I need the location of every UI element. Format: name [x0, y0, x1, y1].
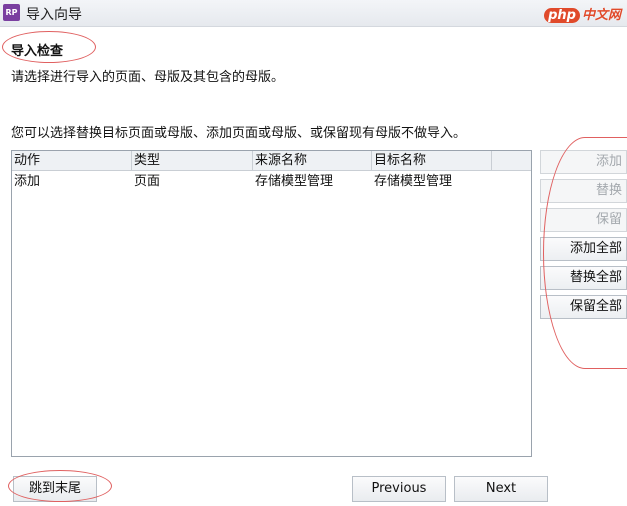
keep-all-button[interactable]: 保留全部 — [540, 295, 627, 319]
import-table[interactable]: 动作 类型 来源名称 目标名称 添加 页面 存储模型管理 存储模型管理 — [11, 150, 532, 457]
app-icon: RP — [3, 4, 20, 21]
description-text: 请选择进行导入的页面、母版及其包含的母版。 — [11, 70, 285, 85]
cell-source-name: 存储模型管理 — [255, 174, 334, 189]
keep-button[interactable]: 保留 — [540, 208, 627, 232]
add-button[interactable]: 添加 — [540, 150, 627, 174]
watermark-logo: php 中文网 — [544, 4, 621, 23]
title-bar: RP 导入向导 php 中文网 — [0, 0, 627, 27]
next-button[interactable]: Next — [454, 476, 548, 502]
column-header-type[interactable]: 类型 — [132, 151, 253, 171]
watermark-text: 中文网 — [581, 8, 621, 23]
column-header-target-name[interactable]: 目标名称 — [372, 151, 492, 171]
section-title: 导入检查 — [11, 44, 64, 59]
table-row[interactable]: 添加 页面 存储模型管理 存储模型管理 — [12, 171, 531, 193]
table-header: 动作 类型 来源名称 目标名称 — [12, 151, 531, 171]
window-title: 导入向导 — [26, 7, 82, 23]
add-all-button[interactable]: 添加全部 — [540, 237, 627, 261]
replace-button[interactable]: 替换 — [540, 179, 627, 203]
previous-button[interactable]: Previous — [352, 476, 446, 502]
column-header-action[interactable]: 动作 — [12, 151, 132, 171]
cell-type: 页面 — [134, 174, 161, 189]
replace-all-button[interactable]: 替换全部 — [540, 266, 627, 290]
skip-to-end-button[interactable]: 跳到末尾 — [13, 476, 97, 502]
column-header-source-name[interactable]: 来源名称 — [253, 151, 372, 171]
watermark-php: php — [544, 8, 580, 23]
instructions-text: 您可以选择替换目标页面或母版、添加页面或母版、或保留现有母版不做导入。 — [11, 126, 467, 141]
cell-action: 添加 — [14, 174, 41, 189]
cell-target-name: 存储模型管理 — [374, 174, 453, 189]
column-header-filler — [492, 151, 531, 171]
